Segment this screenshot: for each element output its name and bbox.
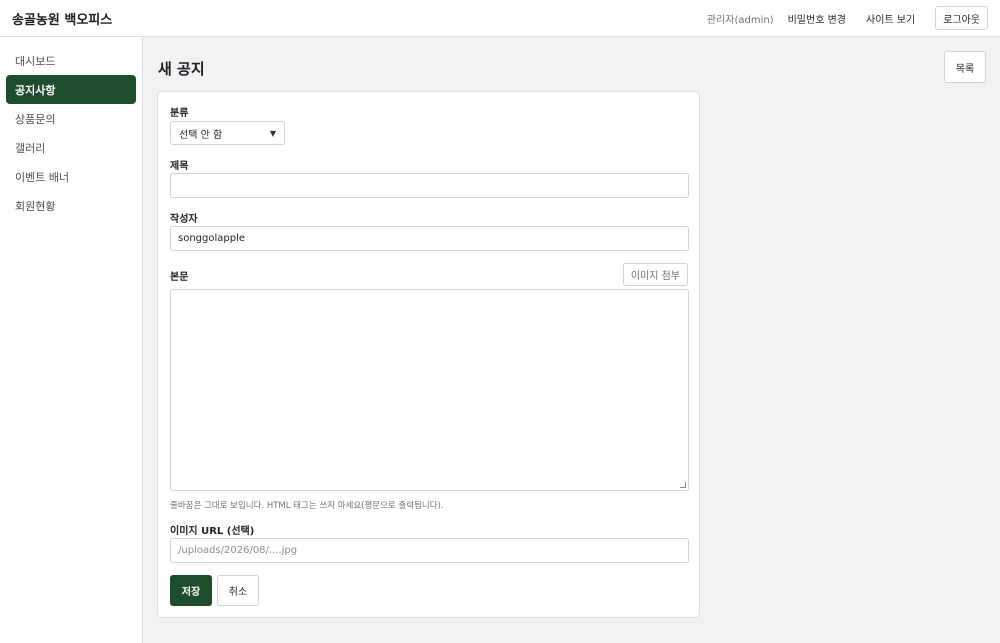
notice-form-card: 분류 선택 안 함 ▼ 제목 작성자 songgolapple 본문 이미지 첨… — [157, 91, 700, 618]
admin-label: 관리자(admin) — [706, 14, 774, 26]
title-label: 제목 — [170, 161, 189, 172]
title-input[interactable] — [170, 173, 689, 198]
category-label: 분류 — [170, 108, 189, 119]
sidebar-item-notices[interactable]: 공지사항 — [6, 75, 136, 104]
body-hint: 줄바꿈은 그대로 보입니다. HTML 태그는 쓰지 마세요(평문으로 출력됩니… — [170, 501, 444, 511]
sidebar: 대시보드 공지사항 상품문의 갤러리 이벤트 배너 회원현황 — [0, 37, 143, 643]
top-nav: 관리자(admin) 비밀번호 변경 사이트 보기 로그아웃 — [707, 6, 988, 30]
list-button[interactable]: 목록 — [944, 51, 986, 83]
top-bar: 송골농원 백오피스 관리자(admin) 비밀번호 변경 사이트 보기 로그아웃 — [0, 0, 1000, 37]
save-button[interactable]: 저장 — [170, 575, 212, 606]
sidebar-item-members[interactable]: 회원현황 — [6, 191, 136, 220]
body-textarea[interactable] — [170, 289, 689, 491]
chevron-down-icon: ▼ — [269, 128, 276, 138]
category-selected-value: 선택 안 함 — [179, 129, 223, 141]
main-content: 새 공지 목록 분류 선택 안 함 ▼ 제목 작성자 songgolapple … — [143, 37, 1000, 643]
image-url-input[interactable]: /uploads/2026/08/....jpg — [170, 538, 689, 563]
author-label: 작성자 — [170, 214, 198, 225]
view-site-link[interactable]: 사이트 보기 — [866, 11, 915, 26]
resize-handle-icon[interactable] — [680, 482, 686, 488]
sidebar-item-inquiries[interactable]: 상품문의 — [6, 104, 136, 133]
author-input[interactable]: songgolapple — [170, 226, 689, 251]
sidebar-item-event-banner[interactable]: 이벤트 배너 — [6, 162, 136, 191]
cancel-button[interactable]: 취소 — [217, 575, 259, 606]
page-title: 새 공지 — [158, 60, 205, 78]
sidebar-item-dashboard[interactable]: 대시보드 — [6, 46, 136, 75]
body-label: 본문 — [170, 272, 189, 283]
category-select[interactable]: 선택 안 함 ▼ — [170, 121, 285, 145]
brand-title[interactable]: 송골농원 백오피스 — [12, 9, 112, 28]
sidebar-item-gallery[interactable]: 갤러리 — [6, 133, 136, 162]
change-password-link[interactable]: 비밀번호 변경 — [788, 11, 846, 26]
image-url-label: 이미지 URL (선택) — [170, 526, 255, 537]
logout-button[interactable]: 로그아웃 — [935, 6, 988, 30]
attach-image-button[interactable]: 이미지 첨부 — [622, 263, 688, 286]
